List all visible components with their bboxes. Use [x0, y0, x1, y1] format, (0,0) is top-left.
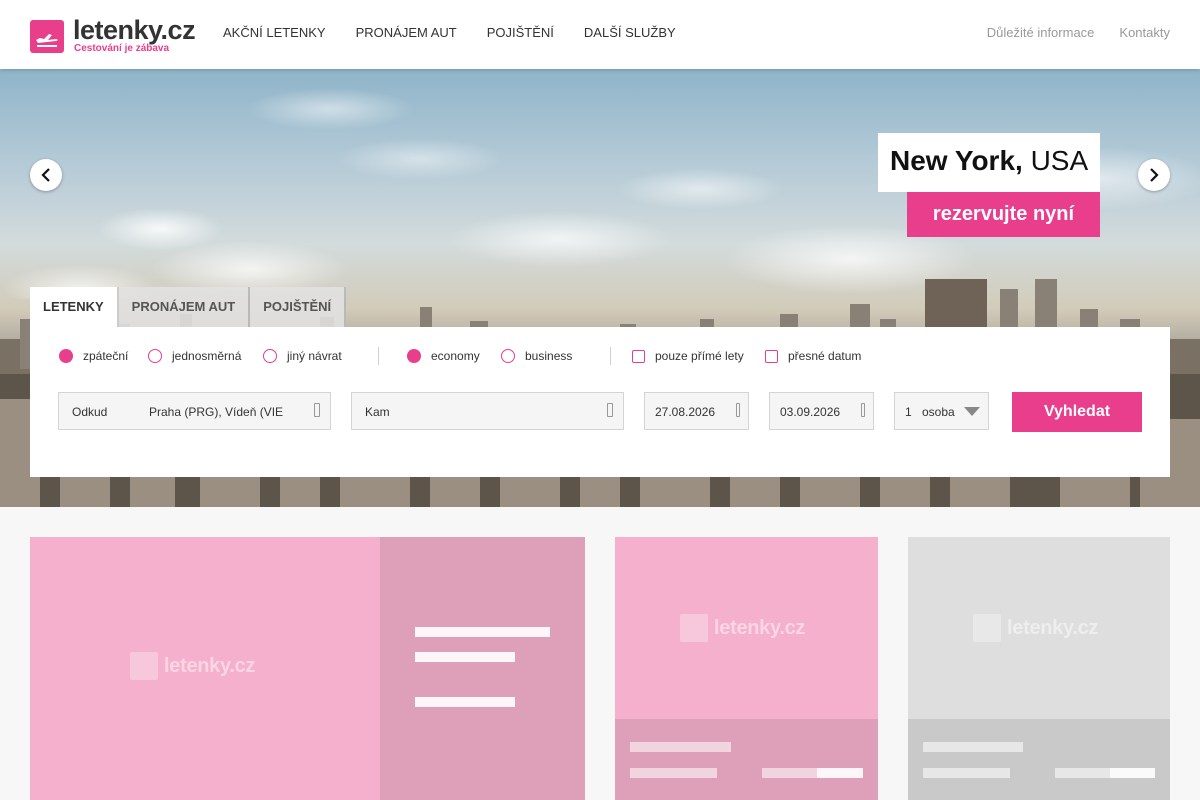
- flight-search-form: zpáteční jednosměrná jiný návrat economy…: [30, 327, 1170, 477]
- radio-indicator: [407, 349, 421, 363]
- radio-zpatecni[interactable]: zpáteční: [59, 349, 128, 363]
- checkbox-indicator: [632, 349, 645, 363]
- placeholder-logo-text: letenky.cz: [714, 616, 806, 639]
- placeholder-logo: letenky.cz: [130, 652, 255, 680]
- passengers-unit: osoba: [922, 405, 955, 419]
- nav-link-dulezite-informace[interactable]: Důležité informace: [987, 25, 1095, 40]
- from-value: Praha (PRG), Vídeň (VIE: [149, 405, 284, 419]
- tab-letenky[interactable]: LETENKY: [30, 287, 119, 327]
- offer-card-large-info[interactable]: [380, 537, 585, 800]
- main-nav: AKČNÍ LETENKY PRONÁJEM AUT POJIŠTĚNÍ DAL…: [223, 25, 676, 40]
- checkbox-label: pouze přímé lety: [655, 349, 744, 363]
- from-label: Odkud: [72, 405, 108, 419]
- chevron-right-icon: [1150, 168, 1159, 182]
- calendar-icon: [861, 403, 865, 417]
- from-field[interactable]: Odkud Praha (PRG), Vídeň (VIE: [58, 392, 331, 430]
- radio-label: zpáteční: [83, 349, 129, 363]
- checkbox-prime-lety[interactable]: pouze přímé lety: [632, 349, 744, 363]
- radio-label: jiný návrat: [287, 349, 342, 363]
- checkbox-presne-datum[interactable]: přesné datum: [765, 349, 861, 363]
- location-icon: [314, 403, 320, 417]
- text-placeholder: [1055, 768, 1110, 778]
- nav-item-pronajem-aut[interactable]: PRONÁJEM AUT: [356, 25, 457, 40]
- to-label: Kam: [365, 405, 390, 419]
- radio-indicator: [263, 349, 277, 363]
- book-now-button[interactable]: rezervujte nyní: [907, 192, 1100, 237]
- nav-item-akcni-letenky[interactable]: AKČNÍ LETENKY: [223, 25, 326, 40]
- text-placeholder: [762, 768, 817, 778]
- airplane-icon: [30, 20, 64, 53]
- options-divider: [610, 347, 611, 365]
- radio-label: economy: [431, 349, 480, 363]
- carousel-next-button[interactable]: [1138, 159, 1170, 191]
- site-header: letenky.cz Cestování je zábava AKČNÍ LET…: [0, 0, 1200, 69]
- search-button[interactable]: Vyhledat: [1012, 392, 1142, 432]
- carousel-prev-button[interactable]: [30, 159, 62, 191]
- return-date-field[interactable]: 03.09.2026: [769, 392, 874, 430]
- placeholder-logo-text: letenky.cz: [1007, 616, 1099, 639]
- radio-jednosmerna[interactable]: jednosměrná: [148, 349, 241, 363]
- checkbox-indicator: [765, 349, 778, 363]
- airplane-icon: [680, 614, 708, 642]
- offer-card-footer: [908, 719, 1170, 800]
- chevron-down-icon: [964, 407, 980, 416]
- search-tabs: LETENKY PRONÁJEM AUT POJIŠTĚNÍ: [30, 287, 347, 327]
- chevron-left-icon: [41, 168, 50, 182]
- radio-economy[interactable]: economy: [407, 349, 480, 363]
- nav-item-pojisteni[interactable]: POJIŠTĚNÍ: [487, 25, 554, 40]
- options-divider: [378, 347, 379, 365]
- promo-city-name: New York,: [890, 145, 1023, 176]
- location-icon: [607, 403, 613, 417]
- tab-pronajem-aut[interactable]: PRONÁJEM AUT: [118, 287, 251, 327]
- passengers-count: 1: [905, 405, 912, 419]
- nav-item-dalsi-sluzby[interactable]: DALŠÍ SLUŽBY: [584, 25, 676, 40]
- text-placeholder: [1110, 768, 1155, 778]
- radio-indicator: [148, 349, 162, 363]
- promo-destination: New York, USA: [878, 133, 1100, 192]
- logo-tagline: Cestování je zábava: [74, 43, 170, 54]
- logo-text: letenky.cz: [73, 15, 196, 45]
- radio-indicator: [501, 349, 515, 363]
- text-placeholder: [630, 768, 717, 778]
- airplane-icon: [973, 614, 1001, 642]
- placeholder-logo: letenky.cz: [680, 614, 805, 642]
- return-date-value: 03.09.2026: [780, 405, 841, 419]
- promo-country: USA: [1030, 145, 1089, 176]
- offer-card-large[interactable]: letenky.cz: [30, 537, 380, 800]
- depart-date-field[interactable]: 27.08.2026: [644, 392, 749, 430]
- text-placeholder: [415, 697, 515, 707]
- text-placeholder: [630, 742, 731, 752]
- offer-card[interactable]: letenky.cz: [615, 537, 878, 800]
- text-placeholder: [415, 627, 550, 637]
- radio-label: jednosměrná: [172, 349, 242, 363]
- depart-date-value: 27.08.2026: [655, 405, 716, 419]
- radio-jiny-navrat[interactable]: jiný návrat: [263, 349, 342, 363]
- passengers-select[interactable]: 1 osoba: [894, 392, 989, 430]
- offer-card-footer: [615, 719, 878, 800]
- radio-indicator: [59, 349, 73, 363]
- text-placeholder: [817, 768, 863, 778]
- radio-label: business: [525, 349, 573, 363]
- to-field[interactable]: Kam: [351, 392, 624, 430]
- radio-business[interactable]: business: [501, 349, 572, 363]
- calendar-icon: [736, 403, 740, 417]
- text-placeholder: [923, 768, 1010, 778]
- secondary-nav: Důležité informace Kontakty: [987, 25, 1170, 40]
- tab-pojisteni[interactable]: POJIŠTĚNÍ: [250, 287, 347, 327]
- nav-link-kontakty[interactable]: Kontakty: [1119, 25, 1170, 40]
- site-logo[interactable]: letenky.cz Cestování je zábava: [30, 15, 196, 56]
- checkbox-label: přesné datum: [788, 349, 862, 363]
- text-placeholder: [923, 742, 1023, 752]
- airplane-icon: [130, 652, 158, 680]
- offer-card[interactable]: letenky.cz: [908, 537, 1170, 800]
- placeholder-logo-text: letenky.cz: [164, 654, 256, 677]
- placeholder-logo: letenky.cz: [973, 614, 1098, 642]
- text-placeholder: [415, 652, 515, 662]
